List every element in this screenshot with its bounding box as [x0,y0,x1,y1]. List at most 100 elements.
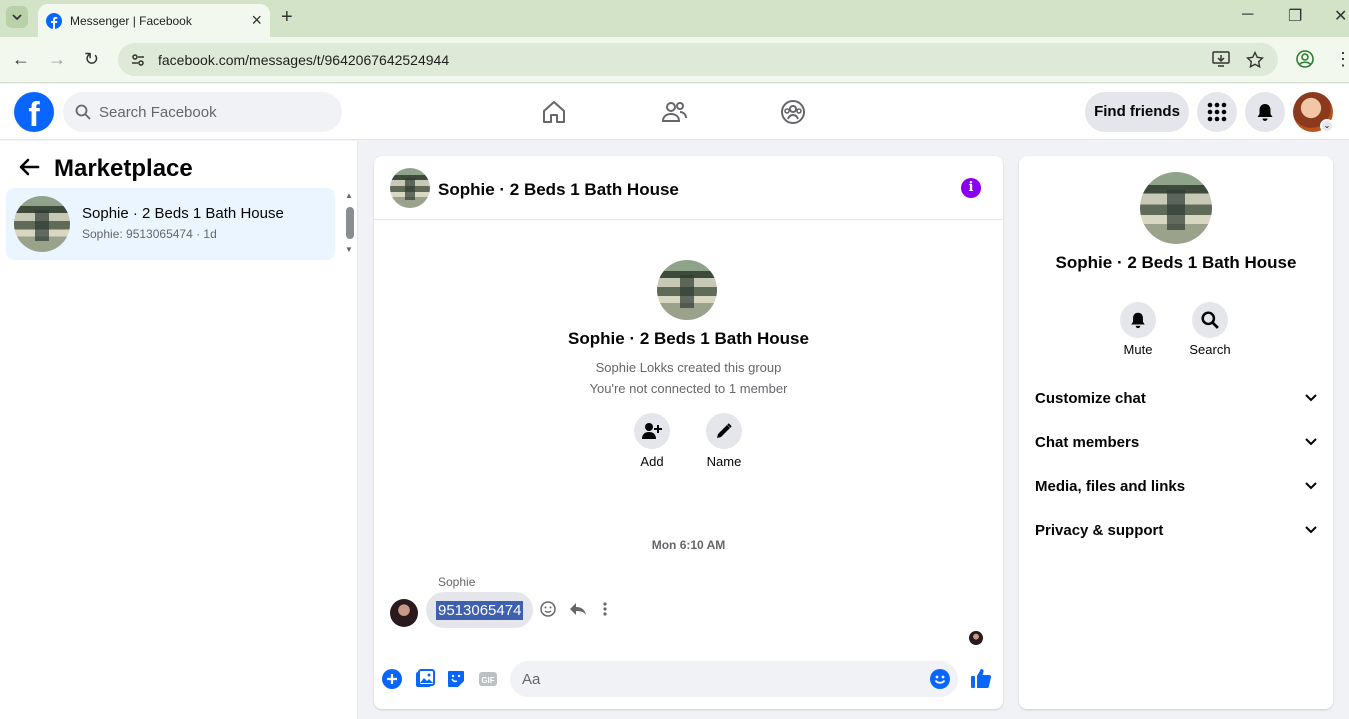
section-customize-chat[interactable]: Customize chat [1035,386,1317,410]
message-sender: Sophie [438,575,476,589]
bell-icon [1257,104,1273,121]
chat-header: Sophie · 2 Beds 1 Bath House i [374,156,1003,220]
scroll-thumb[interactable] [346,207,354,239]
message-input-wrapper[interactable] [510,661,958,697]
chat-window: Sophie · 2 Beds 1 Bath House i Sophie · … [374,156,1003,709]
chevron-down-icon [1305,394,1317,402]
reply-icon[interactable] [569,601,587,622]
search-icon [1201,311,1219,329]
react-smiley-icon[interactable] [540,601,556,622]
name-group-button[interactable] [706,413,742,449]
group-avatar [657,260,717,320]
facebook-header: f Find friends ⌄ [0,84,1349,140]
more-options-icon[interactable] [602,601,608,622]
section-media-files-links[interactable]: Media, files and links [1035,474,1317,498]
thumbs-up-icon[interactable] [970,667,992,689]
section-label: Media, files and links [1035,477,1186,495]
scroll-up-icon[interactable]: ▲ [345,191,353,200]
chevron-down-icon [1305,438,1317,446]
menu-grid-button[interactable] [1197,92,1237,132]
conversation-name: Sophie · 2 Beds 1 Bath House [82,205,284,222]
plus-circle-icon[interactable] [382,669,402,689]
emoji-icon[interactable] [930,669,950,689]
connection-text: You're not connected to 1 member [589,381,788,396]
conversation-item[interactable]: Sophie · 2 Beds 1 Bath House Sophie: 951… [6,188,335,260]
search-chat-button[interactable] [1192,302,1228,338]
install-app-icon[interactable] [1212,51,1230,72]
message-text[interactable]: 9513065474 [436,600,524,620]
site-info-icon[interactable] [130,52,146,68]
created-by-text: Sophie Lokks created this group [595,360,782,375]
section-chat-members[interactable]: Chat members [1035,430,1317,454]
tab-title: Messenger | Facebook [70,13,192,28]
seen-by-avatar [969,631,983,645]
section-privacy-support[interactable]: Privacy & support [1035,518,1317,542]
close-tab-icon[interactable]: × [251,11,262,29]
friends-icon[interactable] [660,98,688,126]
conversation-preview: Sophie: 9513065474 · 1d [82,227,217,241]
pencil-icon [717,423,732,438]
reload-icon[interactable]: ↻ [84,49,99,70]
back-arrow-icon[interactable] [18,157,40,183]
chevron-down-icon [1305,482,1317,490]
chat-header-avatar[interactable] [390,168,430,208]
message-timestamp: Mon 6:10 AM [651,538,726,552]
svg-text:GIF: GIF [481,676,494,685]
info-icon[interactable]: i [961,178,981,198]
group-name: Sophie · 2 Beds 1 Bath House [568,329,809,348]
browser-tab-bar: Messenger | Facebook × + ─ ❐ ✕ [0,0,1349,37]
chevron-down-icon[interactable]: ⌄ [1320,119,1334,133]
search-label: Search [1189,342,1231,357]
chevron-down-icon [1305,526,1317,534]
address-bar[interactable]: facebook.com/messages/t/9642067642524944 [118,43,1278,76]
find-friends-button[interactable]: Find friends [1085,92,1189,132]
section-label: Privacy & support [1035,521,1164,539]
message-composer: GIF [374,661,1003,697]
name-label: Name [706,454,742,469]
chat-details-panel: Sophie · 2 Beds 1 Bath House Mute Search… [1019,156,1333,709]
facebook-favicon-icon [46,12,62,29]
close-window-icon[interactable]: ✕ [1334,6,1347,26]
tab-search-chevron-icon[interactable] [6,6,28,28]
facebook-search[interactable] [63,92,342,132]
profile-icon[interactable] [1296,50,1314,73]
add-person-icon [642,423,662,439]
browser-menu-icon[interactable]: ⋮ [1334,49,1349,70]
details-avatar[interactable] [1140,172,1212,244]
add-label: Add [640,454,664,469]
search-icon [75,104,91,120]
home-icon[interactable] [540,98,568,126]
facebook-logo-icon[interactable]: f [14,92,54,132]
section-label: Chat members [1035,433,1140,451]
chat-header-name[interactable]: Sophie · 2 Beds 1 Bath House [438,180,679,200]
scroll-down-icon[interactable]: ▼ [345,245,353,254]
bookmark-star-icon[interactable] [1245,50,1265,74]
mute-label: Mute [1123,342,1153,357]
forward-icon[interactable]: → [48,49,66,70]
notifications-button[interactable] [1245,92,1285,132]
new-tab-icon[interactable]: + [281,6,293,29]
scrollbar[interactable]: ▲ ▼ [343,191,354,257]
gif-icon[interactable]: GIF [478,669,498,689]
conversation-avatar [14,196,70,252]
add-member-button[interactable] [634,413,670,449]
mute-button[interactable] [1120,302,1156,338]
minimize-icon[interactable]: ─ [1242,6,1253,24]
panel-title: Marketplace [54,155,193,182]
groups-icon[interactable] [779,98,807,126]
photo-icon[interactable] [415,669,435,689]
browser-tab[interactable]: Messenger | Facebook × [38,4,270,37]
section-label: Customize chat [1035,389,1146,407]
sticker-icon[interactable] [446,669,466,689]
url-text: facebook.com/messages/t/9642067642524944 [158,51,450,68]
browser-toolbar: ← → ↻ facebook.com/messages/t/9642067642… [0,37,1349,83]
message-bubble[interactable]: 9513065474 [426,592,534,628]
bell-icon [1131,312,1145,329]
restore-icon[interactable]: ❐ [1288,6,1302,26]
details-name: Sophie · 2 Beds 1 Bath House [1055,253,1297,272]
search-input[interactable] [99,103,319,121]
sender-avatar[interactable] [390,599,418,627]
message-input[interactable] [522,670,902,688]
grid-icon [1207,102,1227,122]
back-icon[interactable]: ← [12,49,30,70]
